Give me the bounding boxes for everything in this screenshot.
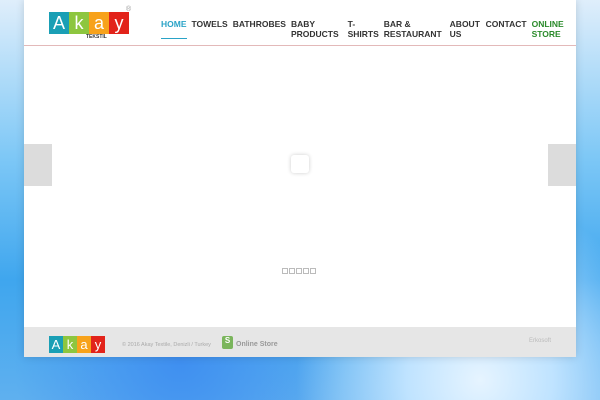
slider-dot[interactable] (310, 268, 316, 274)
slider-dot[interactable] (289, 268, 295, 274)
slider-pagination (282, 268, 316, 274)
nav-bar-restaurant[interactable]: BAR & RESTAURANT (384, 19, 445, 39)
nav-t-shirts[interactable]: T-SHIRTS (348, 19, 379, 39)
slider-prev-button[interactable] (24, 144, 52, 186)
logo-letter: k (63, 336, 77, 353)
page-container: A k a y ® TEKSTIL HOME TOWELS BATHROBES … (24, 0, 576, 357)
loading-spinner-icon (291, 155, 309, 173)
nav-bathrobes[interactable]: BATHROBES (233, 19, 286, 39)
logo[interactable]: A k a y (49, 12, 129, 34)
logo-letter: A (49, 12, 69, 34)
slider-dot[interactable] (303, 268, 309, 274)
footer-logo[interactable]: A k a y (49, 336, 105, 353)
logo-letter: y (109, 12, 129, 34)
registered-mark: ® (126, 6, 132, 13)
developer-credit-link[interactable]: Erkosoft (529, 338, 551, 344)
logo-letter: A (49, 336, 63, 353)
slider-dot[interactable] (296, 268, 302, 274)
logo-letter: a (89, 12, 109, 34)
slider-dot[interactable] (282, 268, 288, 274)
nav-towels[interactable]: TOWELS (192, 19, 228, 39)
shopify-bag-icon[interactable]: S (222, 336, 233, 349)
nav-baby-products[interactable]: BABY PRODUCTS (291, 19, 343, 39)
logo-letter: k (69, 12, 89, 34)
nav-about-us[interactable]: ABOUT US (450, 19, 481, 39)
logo-subtitle: TEKSTIL (86, 34, 107, 40)
slider-next-button[interactable] (548, 144, 576, 186)
copyright-text: © 2016 Akay Textile, Denizli / Turkey (122, 342, 211, 348)
header: A k a y ® TEKSTIL HOME TOWELS BATHROBES … (24, 0, 576, 46)
main-nav: HOME TOWELS BATHROBES BABY PRODUCTS T-SH… (161, 19, 576, 39)
nav-home[interactable]: HOME (161, 19, 187, 39)
footer-online-store-link[interactable]: Online Store (236, 341, 278, 348)
nav-online-store[interactable]: ONLINE STORE (532, 19, 576, 39)
logo-letter: a (77, 336, 91, 353)
footer: A k a y © 2016 Akay Textile, Denizli / T… (24, 327, 576, 357)
nav-contact[interactable]: CONTACT (486, 19, 527, 39)
logo-letter: y (91, 336, 105, 353)
